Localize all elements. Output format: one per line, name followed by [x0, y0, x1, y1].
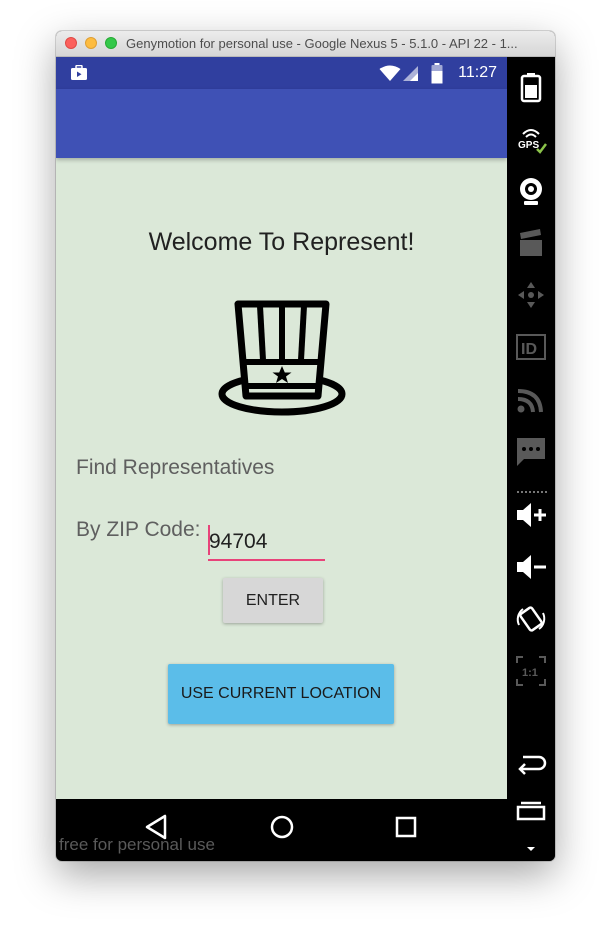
title-bar[interactable]: Genymotion for personal use - Google Nex…: [56, 31, 555, 57]
recent-apps-icon[interactable]: [515, 799, 547, 831]
zip-code-label: By ZIP Code:: [76, 518, 201, 541]
emulator-sidebar: GPS ID 1:1: [507, 57, 555, 861]
navigation-bar: free for personal use: [56, 799, 507, 861]
cell-signal-icon: [403, 66, 418, 81]
network-cast-icon[interactable]: [515, 383, 547, 415]
battery-widget-icon[interactable]: [515, 71, 547, 103]
close-window-button[interactable]: [65, 37, 77, 49]
pixel-perfect-icon[interactable]: 1:1: [515, 655, 547, 687]
uncle-sam-hat-icon: [218, 300, 346, 416]
main-content: Welcome To Represent! Find Representativ…: [56, 158, 507, 798]
phone-screen: 11:27 Welcome To Represent! Find Represe…: [56, 57, 507, 861]
move-dpad-icon[interactable]: [515, 279, 547, 311]
find-representatives-label: Find Representatives: [76, 456, 275, 479]
rotate-screen-icon[interactable]: [515, 603, 547, 635]
status-bar: 11:27: [56, 57, 507, 89]
minimize-window-button[interactable]: [85, 37, 97, 49]
text-cursor: [208, 525, 210, 555]
gps-widget-icon[interactable]: GPS: [515, 123, 547, 155]
android-back-icon[interactable]: [515, 747, 547, 779]
ratio-text: 1:1: [522, 667, 538, 679]
app-bar: [56, 89, 507, 158]
volume-up-icon[interactable]: [515, 499, 547, 531]
device-id-icon[interactable]: ID: [515, 331, 547, 363]
briefcase-icon: [71, 65, 87, 80]
welcome-heading: Welcome To Represent!: [148, 228, 415, 256]
battery-icon: [431, 63, 443, 84]
window-title: Genymotion for personal use - Google Nex…: [126, 36, 518, 51]
use-current-location-button[interactable]: USE CURRENT LOCATION: [168, 664, 394, 724]
zip-code-input[interactable]: [208, 525, 325, 561]
maximize-window-button[interactable]: [105, 37, 117, 49]
video-capture-icon[interactable]: [515, 227, 547, 259]
recents-square-icon[interactable]: [394, 813, 418, 841]
home-circle-icon[interactable]: [269, 813, 295, 841]
enter-button[interactable]: ENTER: [223, 578, 323, 623]
personal-use-watermark: free for personal use: [59, 835, 215, 854]
gps-text: GPS: [518, 140, 539, 151]
status-time: 11:27: [458, 64, 497, 81]
camera-widget-icon[interactable]: [515, 175, 547, 207]
sms-message-icon[interactable]: [515, 435, 547, 467]
device-id-text: ID: [521, 341, 537, 358]
sidebar-divider: [517, 491, 547, 493]
emulator-window: Genymotion for personal use - Google Nex…: [56, 31, 555, 861]
wifi-icon: [379, 65, 401, 81]
sidebar-scroll-down-icon[interactable]: [515, 833, 547, 861]
volume-down-icon[interactable]: [515, 551, 547, 583]
